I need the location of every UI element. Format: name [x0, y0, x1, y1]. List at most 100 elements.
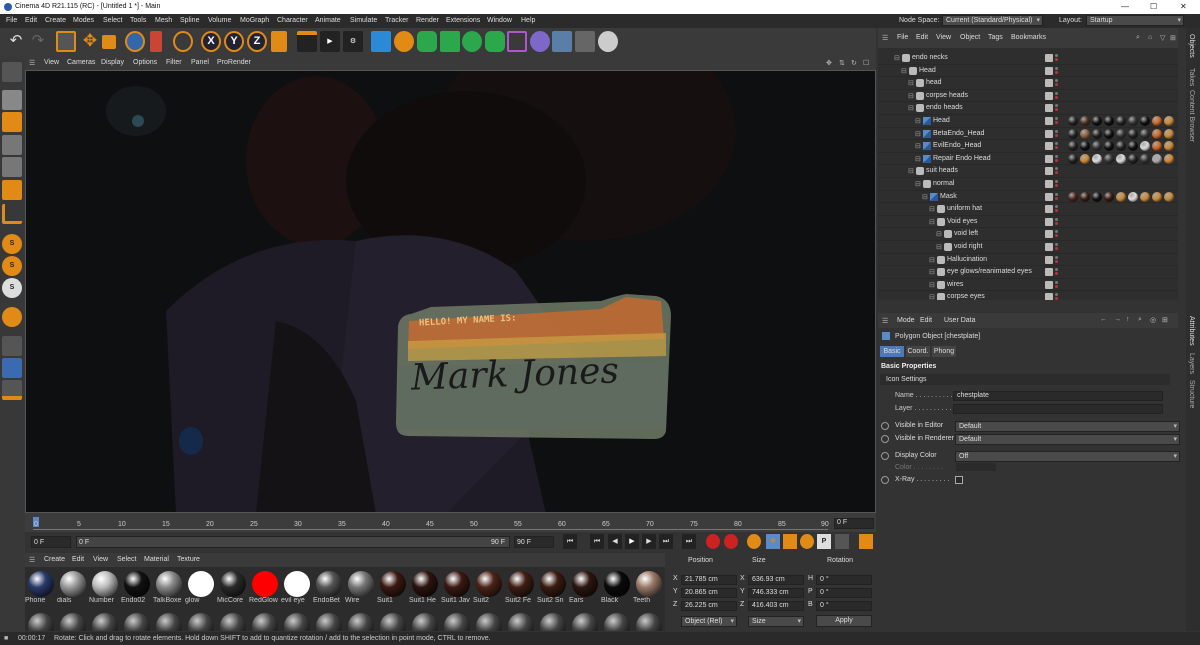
- visibility-dots-icon[interactable]: [1055, 54, 1058, 62]
- layer-check-icon[interactable]: [1045, 104, 1053, 113]
- material-tag-icon[interactable]: [1152, 141, 1162, 152]
- layer-check-icon[interactable]: [1045, 192, 1053, 201]
- material-item-row2[interactable]: [153, 611, 185, 631]
- menu-simulate[interactable]: Simulate: [350, 17, 377, 24]
- size-field[interactable]: 636.93 cm: [748, 575, 804, 585]
- expand-toggle-icon[interactable]: ⊟: [929, 218, 935, 226]
- material-tag-icon[interactable]: [1092, 116, 1102, 126]
- object-menu-tags[interactable]: Tags: [988, 34, 1003, 41]
- object-row[interactable]: ⊟ endo necks: [878, 52, 1178, 65]
- material-item[interactable]: EndoBet: [313, 569, 345, 604]
- object-row[interactable]: ⊟ corpse heads: [878, 90, 1178, 103]
- expand-toggle-icon[interactable]: ⊟: [915, 117, 921, 125]
- material-menu-select[interactable]: Select: [117, 556, 136, 563]
- toggle-view-icon[interactable]: ☐: [863, 59, 869, 67]
- model-mode-icon[interactable]: [2, 90, 22, 110]
- cube-icon[interactable]: [371, 31, 391, 52]
- material-tag-icon[interactable]: [1164, 141, 1174, 152]
- layer-check-icon[interactable]: [1045, 167, 1053, 176]
- material-tag-icon[interactable]: [1140, 153, 1150, 164]
- attributes-menu-edit[interactable]: Edit: [920, 317, 932, 324]
- solo-icon[interactable]: [2, 380, 22, 400]
- menu-mograph[interactable]: MoGraph: [240, 17, 269, 24]
- rotation-field[interactable]: 0 °: [816, 601, 872, 611]
- material-item-row2[interactable]: [89, 611, 121, 631]
- material-tag-icon[interactable]: [1104, 128, 1114, 139]
- object-row[interactable]: ⊟ Mask: [878, 191, 1178, 204]
- material-tag-icon[interactable]: [1116, 153, 1126, 164]
- expand-toggle-icon[interactable]: ⊟: [936, 243, 942, 251]
- viewport-menu-icon[interactable]: ☰: [29, 59, 35, 67]
- viewport-menu-display[interactable]: Display: [101, 59, 124, 66]
- attributes-menu-user-data[interactable]: User Data: [944, 317, 976, 324]
- visibility-dots-icon[interactable]: [1055, 243, 1058, 251]
- visibility-dots-icon[interactable]: [1055, 142, 1058, 150]
- material-menu-texture[interactable]: Texture: [177, 556, 200, 563]
- frame-range-slider[interactable]: 0 F 90 F: [76, 536, 510, 548]
- move-icon[interactable]: ✥: [80, 31, 100, 52]
- visibility-dots-icon[interactable]: [1055, 255, 1058, 264]
- object-row[interactable]: ⊟ Hallucination: [878, 254, 1178, 267]
- material-menu-edit[interactable]: Edit: [72, 556, 84, 563]
- record-active-icon[interactable]: [706, 534, 720, 549]
- object-row[interactable]: ⊟ normal: [878, 178, 1178, 191]
- material-tag-icon[interactable]: [1152, 191, 1162, 202]
- material-item[interactable]: Phone: [25, 569, 57, 604]
- material-item-row2[interactable]: [217, 611, 249, 631]
- key-position-icon[interactable]: ✥: [766, 534, 780, 549]
- visibility-dots-icon[interactable]: [1055, 154, 1058, 163]
- object-row[interactable]: ⊟ Void eyes: [878, 216, 1178, 229]
- material-item[interactable]: Teeth: [633, 569, 665, 604]
- object-row[interactable]: ⊟ suit heads: [878, 165, 1178, 178]
- previous-key-icon[interactable]: ⏮: [590, 534, 604, 549]
- material-item-row2[interactable]: [185, 611, 217, 631]
- next-key-icon[interactable]: ⏭: [659, 534, 673, 549]
- object-menu-icon[interactable]: ☰: [882, 34, 888, 42]
- snap-settings-icon[interactable]: S: [2, 256, 22, 276]
- expand-toggle-icon[interactable]: ⊟: [908, 104, 914, 112]
- material-item[interactable]: Suit2: [473, 569, 505, 604]
- object-row[interactable]: ⊟ corpse eyes: [878, 291, 1178, 300]
- material-item-row2[interactable]: [633, 611, 665, 631]
- object-menu-file[interactable]: File: [897, 34, 908, 41]
- object-row[interactable]: ⊟ Repair Endo Head: [878, 153, 1178, 166]
- new-view-icon[interactable]: ⊞: [1170, 34, 1176, 42]
- visibility-dots-icon[interactable]: [1055, 268, 1058, 276]
- material-tag-icon[interactable]: [1152, 128, 1162, 139]
- layer-check-icon[interactable]: [1045, 129, 1053, 138]
- visibility-dots-icon[interactable]: [1055, 66, 1058, 75]
- material-tag-icon[interactable]: [1080, 141, 1090, 152]
- position-field[interactable]: 26.225 cm: [681, 601, 737, 611]
- light-icon[interactable]: [598, 31, 618, 52]
- polygons-mode-icon[interactable]: [2, 180, 22, 200]
- go-to-start-icon[interactable]: ⏮: [563, 534, 577, 549]
- material-item[interactable]: evil eye: [281, 569, 313, 604]
- expand-toggle-icon[interactable]: ⊟: [908, 79, 914, 87]
- visibility-dots-icon[interactable]: [1055, 280, 1058, 289]
- key-pla-icon[interactable]: [835, 534, 849, 549]
- material-tag-icon[interactable]: [1116, 128, 1126, 139]
- material-item-row2[interactable]: [57, 611, 89, 631]
- material-item[interactable]: MicCore: [217, 569, 249, 604]
- menu-modes[interactable]: Modes: [73, 17, 94, 24]
- rotation-field[interactable]: 0 °: [816, 588, 872, 598]
- timeline[interactable]: 0 5 10 15 20 25 30 35 40 45 50 55 60 65 …: [25, 513, 876, 532]
- material-item[interactable]: Suit1 He: [409, 569, 441, 604]
- 3d-viewport[interactable]: HELLO! MY NAME IS: Mark Jones: [25, 70, 876, 513]
- material-tag-icon[interactable]: [1092, 141, 1102, 152]
- layer-check-icon[interactable]: [1045, 205, 1053, 214]
- position-field[interactable]: 20.865 cm: [681, 588, 737, 598]
- anim-display-color-icon[interactable]: [881, 452, 889, 460]
- points-mode-icon[interactable]: [2, 135, 22, 155]
- node-space-dropdown[interactable]: Current (Standard/Physical): [942, 15, 1043, 26]
- snap-icon[interactable]: S: [2, 234, 22, 254]
- menu-spline[interactable]: Spline: [180, 17, 199, 24]
- layer-check-icon[interactable]: [1045, 230, 1053, 239]
- subdivision-surface-icon[interactable]: [417, 31, 437, 52]
- expand-toggle-icon[interactable]: ⊟: [929, 256, 935, 264]
- visibility-dots-icon[interactable]: [1055, 217, 1058, 226]
- size-field[interactable]: 416.403 cm: [748, 601, 804, 611]
- viewport-menu-view[interactable]: View: [44, 59, 59, 66]
- menu-character[interactable]: Character: [277, 17, 308, 24]
- visibility-dots-icon[interactable]: [1055, 79, 1058, 87]
